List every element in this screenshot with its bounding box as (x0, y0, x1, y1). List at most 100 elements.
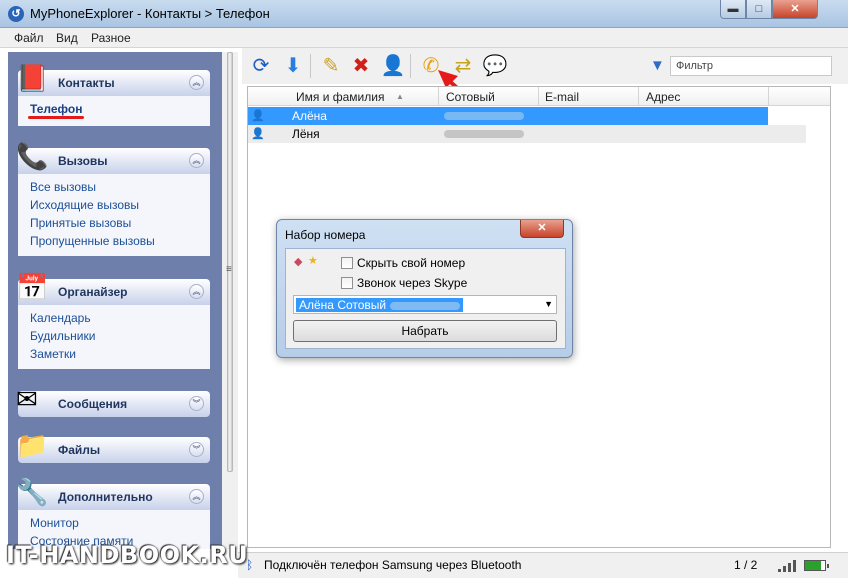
filter-input[interactable]: Фильтр (670, 56, 832, 76)
menu-file[interactable]: Файл (14, 31, 44, 45)
group-label: Контакты (58, 76, 115, 90)
page-indicator: 1 / 2 (734, 558, 758, 572)
contact-name: Лёня (292, 127, 320, 141)
sidebar-item-all-calls[interactable]: Все вызовы (30, 178, 210, 196)
sidebar-item-monitor[interactable]: Монитор (30, 514, 210, 532)
skype-checkbox[interactable] (341, 277, 353, 289)
eraser-icon: ◆ (294, 256, 303, 268)
group-label: Вызовы (58, 154, 108, 168)
dialog-body: ◆ ★ Скрыть свой номер Звонок через Skype… (285, 248, 566, 349)
chevron-up-icon[interactable]: ︽ (189, 489, 204, 504)
column-header-mobile[interactable]: Сотовый (446, 90, 495, 104)
contacts-book-icon: 📕 (16, 63, 49, 93)
calendar-icon: 📅 (16, 272, 49, 302)
sidebar-item-calendar[interactable]: Календарь (30, 309, 210, 327)
chevron-up-icon[interactable]: ︽ (189, 284, 204, 299)
chevron-down-icon[interactable]: ︾ (189, 396, 204, 411)
group-label: Файлы (58, 443, 101, 457)
group-label: Сообщения (58, 397, 128, 411)
add-contact-icon[interactable]: 👤 (380, 53, 406, 79)
group-contacts-header[interactable]: 📕 Контакты ︽ (16, 63, 210, 96)
sidebar-item-received-calls[interactable]: Принятые вызовы (30, 214, 210, 232)
folder-icon: 📁 (16, 430, 49, 460)
status-text: Подключён телефон Samsung через Bluetoot… (264, 558, 522, 572)
signal-strength-icon (778, 559, 798, 572)
group-calls: 📞 Вызовы ︽ Все вызовы Исходящие вызовы П… (16, 141, 210, 256)
maximize-button[interactable]: □ (746, 0, 772, 19)
column-divider[interactable] (538, 87, 539, 106)
minimize-button[interactable]: ▬ (720, 0, 746, 19)
table-header: Имя и фамилия ▲ Сотовый E-mail Адрес (248, 87, 830, 106)
column-divider[interactable] (638, 87, 639, 106)
contact-name: Алёна (292, 109, 327, 123)
sidebar-item-alarms[interactable]: Будильники (30, 327, 210, 345)
refresh-icon[interactable]: ⟳ (248, 53, 274, 79)
table-row[interactable]: 👤 Лёня (248, 125, 806, 143)
group-messages-header[interactable]: ✉ Сообщения ︾ (16, 384, 210, 417)
chevron-up-icon[interactable]: ︽ (189, 153, 204, 168)
sidebar-item-outgoing-calls[interactable]: Исходящие вызовы (30, 196, 210, 214)
sort-asc-icon: ▲ (396, 92, 404, 101)
table-row[interactable]: 👤 Алёна (248, 107, 768, 125)
chevron-down-icon[interactable]: ︾ (189, 442, 204, 457)
group-files: 📁 Файлы ︾ (16, 430, 210, 463)
column-divider[interactable] (438, 87, 439, 106)
menu-misc[interactable]: Разное (91, 31, 131, 45)
grip-icon[interactable]: ≡ (226, 264, 232, 275)
group-organizer: 📅 Органайзер ︽ Календарь Будильники Заме… (16, 272, 210, 369)
number-select-value: Алёна Сотовый (296, 298, 464, 312)
window-title: MyPhoneExplorer - Контакты > Телефон (30, 6, 270, 21)
status-bar: ᛒ Подключён телефон Samsung через Blueto… (238, 552, 848, 578)
close-button[interactable]: ✕ (772, 0, 818, 19)
blurred-phone-number (444, 130, 524, 138)
dropdown-arrow-icon[interactable]: ▼ (544, 299, 553, 309)
number-select[interactable]: Алёна Сотовый ▼ (293, 295, 557, 314)
sidebar: 📕 Контакты ︽ Телефон 📞 Вызовы ︽ Все вызо… (8, 52, 222, 549)
group-label: Дополнительно (58, 490, 153, 504)
group-contacts: 📕 Контакты ︽ Телефон (16, 63, 210, 126)
delete-icon[interactable]: ✖ (348, 53, 374, 79)
group-organizer-body: Календарь Будильники Заметки (18, 305, 210, 369)
dialog-close-button[interactable]: ✕ (520, 220, 564, 238)
edit-icon[interactable]: ✎ (318, 53, 344, 79)
red-underline-annotation (28, 116, 84, 119)
contact-avatar-icon: 👤 (251, 110, 265, 122)
sidebar-item-missed-calls[interactable]: Пропущенные вызовы (30, 232, 210, 250)
group-calls-header[interactable]: 📞 Вызовы ︽ (16, 141, 210, 174)
group-extras: 🔧 Дополнительно ︽ Монитор Состояние памя… (16, 477, 210, 549)
blurred-phone-number (444, 112, 524, 120)
dialog-title: Набор номера (285, 228, 366, 242)
hide-number-label: Скрыть свой номер (357, 256, 466, 270)
group-messages: ✉ Сообщения ︾ (16, 384, 210, 417)
column-divider[interactable] (768, 87, 769, 106)
blurred-phone-number (390, 301, 461, 310)
group-extras-header[interactable]: 🔧 Дополнительно ︽ (16, 477, 210, 510)
menu-view[interactable]: Вид (56, 31, 78, 45)
hide-number-checkbox[interactable] (341, 257, 353, 269)
group-files-header[interactable]: 📁 Файлы ︾ (16, 430, 210, 463)
column-header-name[interactable]: Имя и фамилия (296, 90, 384, 104)
splitter-bar[interactable] (227, 52, 233, 472)
toolbar: ⟳ ⬇ ✎ ✖ 👤 ✆ ⇄ 💬 ▼ Фильтр (242, 48, 848, 84)
splitter[interactable]: ≡ (222, 52, 238, 549)
download-icon[interactable]: ⬇ (280, 53, 306, 79)
filter-icon: ▼ (650, 57, 665, 74)
contact-avatar-icon: 👤 (251, 128, 265, 140)
group-contacts-body: Телефон (18, 96, 210, 126)
dial-button[interactable]: Набрать (293, 320, 557, 342)
star-icon: ★ (308, 255, 318, 267)
skype-label: Звонок через Skype (357, 276, 468, 290)
sidebar-item-notes[interactable]: Заметки (30, 345, 210, 363)
toolbar-separator (310, 54, 311, 78)
toolbar-separator (410, 54, 411, 78)
wrench-icon: 🔧 (16, 477, 49, 507)
envelope-icon: ✉ (16, 384, 38, 414)
chevron-up-icon[interactable]: ︽ (189, 75, 204, 90)
watermark: IT-HANDBOOK.RU (6, 541, 249, 569)
column-header-email[interactable]: E-mail (545, 90, 579, 104)
column-header-address[interactable]: Адрес (646, 90, 680, 104)
group-organizer-header[interactable]: 📅 Органайзер ︽ (16, 272, 210, 305)
app-icon: ↺ (8, 6, 24, 22)
menu-bar: Файл Вид Разное (0, 28, 848, 48)
battery-icon (804, 560, 829, 571)
